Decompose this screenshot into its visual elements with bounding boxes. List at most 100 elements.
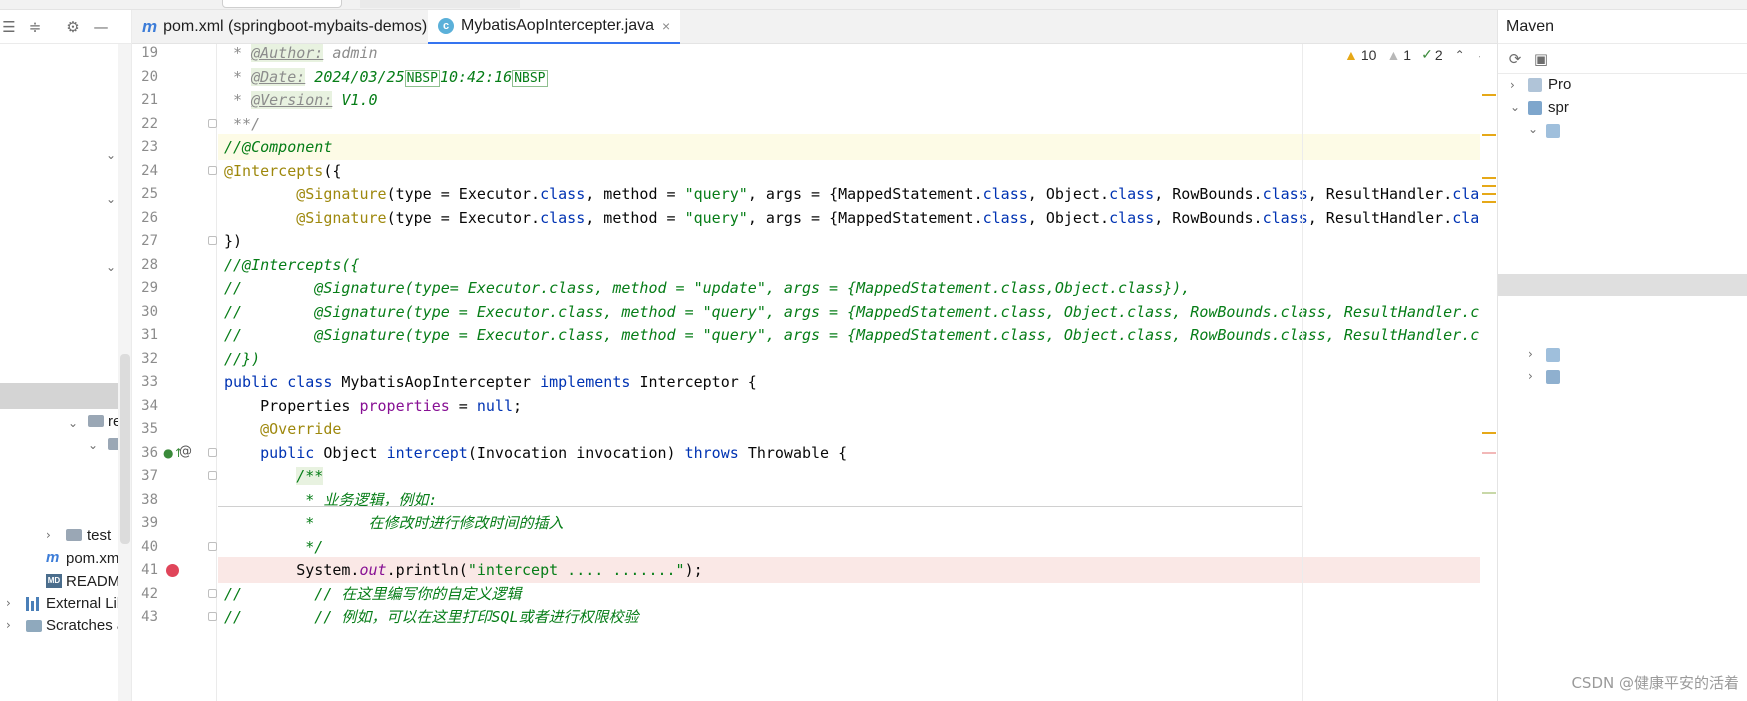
code-line[interactable]: // // 例如，可以在这里打印SQL或者进行权限校验 (218, 604, 1667, 630)
tree-item-pom[interactable]: pom.xml (66, 550, 123, 568)
tree-item-external-libraries[interactable]: External Lib (46, 595, 125, 613)
warning-mark[interactable] (1482, 193, 1496, 195)
editor-gutter[interactable]: 19 20 21 22 23 24 25 26 27 28 29 30 31 32 33 34 35 36 37 38… (132, 44, 217, 701)
code-line[interactable]: **/ (218, 111, 1667, 137)
expand-all-icon[interactable]: ☰ (0, 18, 18, 36)
warning-mark[interactable] (1482, 185, 1496, 187)
maven-item-project[interactable]: spr (1548, 99, 1569, 117)
project-scrollbar[interactable] (118, 44, 131, 701)
chevron-down-icon[interactable]: ⌄ (88, 438, 98, 452)
code-line[interactable]: // @Signature(type= Executor.class, meth… (218, 275, 1667, 301)
line-number[interactable]: 32 (132, 346, 158, 372)
chevron-down-icon[interactable]: ⌄ (106, 148, 116, 162)
code-line[interactable]: Properties properties = null; (218, 393, 1667, 419)
tab-pom-xml[interactable]: m pom.xml (springboot-mybaits-demos) × (132, 10, 453, 44)
breakpoint-mark[interactable] (1482, 452, 1496, 454)
reload-icon[interactable]: ⟳ (1506, 50, 1524, 68)
inspection-widget[interactable]: ▲ 10 ▲ 1 ✓ 2 ⌃ ⌄ (1344, 46, 1487, 63)
tree-item-test[interactable]: test (87, 527, 111, 545)
code-line[interactable]: // @Signature(type = Executor.class, met… (218, 322, 1667, 348)
code-line[interactable]: @Signature(type = Executor.class, method… (218, 181, 1667, 207)
chevron-down-icon[interactable]: ⌄ (68, 416, 78, 430)
line-number[interactable]: 36 (132, 440, 158, 466)
line-number[interactable]: 40 (132, 534, 158, 560)
chevron-right-icon[interactable]: › (6, 618, 11, 632)
warning-mark[interactable] (1482, 201, 1496, 203)
line-number[interactable]: 30 (132, 299, 158, 325)
fold-marker-icon[interactable] (208, 612, 217, 621)
breakpoint-icon[interactable] (166, 564, 179, 577)
line-number[interactable]: 25 (132, 181, 158, 207)
code-line[interactable]: public class MybatisAopIntercepter imple… (218, 369, 1667, 395)
line-number[interactable]: 43 (132, 604, 158, 630)
line-number[interactable]: 38 (132, 487, 158, 513)
chevron-right-icon[interactable]: › (46, 528, 51, 542)
code-line[interactable]: @Signature(type = Executor.class, method… (218, 205, 1667, 231)
code-line[interactable]: */ (218, 534, 1667, 560)
line-number[interactable]: 41 (132, 557, 158, 583)
add-project-icon[interactable]: ▣ (1532, 50, 1550, 68)
line-number[interactable]: 33 (132, 369, 158, 395)
line-number[interactable]: 20 (132, 64, 158, 90)
code-line[interactable]: @Override (218, 416, 1667, 442)
line-number[interactable]: 27 (132, 228, 158, 254)
line-number[interactable]: 23 (132, 134, 158, 160)
chevron-down-icon[interactable]: ⌄ (106, 192, 116, 206)
code-line[interactable]: // @Signature(type = Executor.class, met… (218, 299, 1667, 325)
code-line[interactable]: // // 在这里编写你的自定义逻辑 (218, 581, 1667, 607)
error-stripe[interactable] (1480, 44, 1497, 701)
chevron-right-icon[interactable]: › (1528, 347, 1533, 361)
fold-marker-icon[interactable] (208, 541, 217, 551)
code-line[interactable]: System.out.println("intercept .... .....… (218, 557, 1667, 583)
code-editor[interactable]: 19 20 21 22 23 24 25 26 27 28 29 30 31 32 33 34 35 36 37 38… (132, 44, 1667, 701)
code-line[interactable]: * 在修改时进行修改时间的插入 (218, 510, 1667, 536)
line-number[interactable]: 28 (132, 252, 158, 278)
tree-selected-row[interactable] (0, 383, 118, 409)
line-number[interactable]: 35 (132, 416, 158, 442)
line-number[interactable]: 21 (132, 87, 158, 113)
line-number[interactable]: 34 (132, 393, 158, 419)
fold-marker-icon[interactable] (208, 118, 217, 128)
toolbar-actions[interactable] (360, 0, 520, 8)
line-number[interactable]: 26 (132, 205, 158, 231)
chevron-down-icon[interactable]: ⌄ (1528, 122, 1538, 136)
warning-mark[interactable] (1482, 432, 1496, 434)
line-number[interactable]: 42 (132, 581, 158, 607)
code-line[interactable]: * 业务逻辑，例如: (218, 487, 1667, 513)
collapse-all-icon[interactable]: ≑ (26, 18, 44, 36)
code-line[interactable]: * @Version: V1.0 (218, 87, 1667, 113)
close-icon[interactable]: × (662, 18, 670, 34)
tree-item-scratches[interactable]: Scratches a (46, 617, 125, 635)
code-line[interactable]: public Object intercept(Invocation invoc… (218, 440, 1667, 466)
tab-mybatis-aop-intercepter[interactable]: c MybatisAopIntercepter.java × (428, 10, 681, 45)
code-line[interactable]: @Intercepts({ (218, 158, 1667, 184)
chevron-right-icon[interactable]: › (1510, 78, 1515, 92)
code-line[interactable]: //@Component (218, 134, 1667, 160)
warning-mark[interactable] (1482, 134, 1496, 136)
maven-selected-row[interactable] (1498, 274, 1747, 296)
code-line[interactable]: //}) (218, 346, 1667, 372)
line-number[interactable]: 39 (132, 510, 158, 536)
line-number[interactable]: 29 (132, 275, 158, 301)
code-line[interactable]: //@Intercepts({ (218, 252, 1667, 278)
fold-marker-icon[interactable] (208, 165, 217, 175)
line-number[interactable]: 22 (132, 111, 158, 137)
previous-highlight-icon[interactable]: ⌃ (1455, 48, 1465, 62)
hide-icon[interactable]: — (92, 18, 110, 36)
chevron-down-icon[interactable]: ⌄ (1510, 100, 1520, 114)
line-number[interactable]: 24 (132, 158, 158, 184)
chevron-right-icon[interactable]: › (1528, 369, 1533, 383)
line-number[interactable]: 37 (132, 463, 158, 489)
chevron-down-icon[interactable]: ⌄ (106, 260, 116, 274)
gear-icon[interactable]: ⚙ (64, 18, 82, 36)
warning-mark[interactable] (1482, 177, 1496, 179)
maven-item-profiles[interactable]: Pro (1548, 76, 1571, 94)
override-annotation-icon[interactable]: @ (179, 444, 192, 460)
code-area[interactable]: * @Author: admin * @Date: 2024/03/25 NBSP… (218, 44, 1667, 701)
code-line[interactable]: * @Date: 2024/03/25 NBSP 10:42:16 NBSP (218, 64, 1667, 90)
fold-marker-icon[interactable] (208, 471, 217, 480)
line-number[interactable]: 31 (132, 322, 158, 348)
fold-marker-icon[interactable] (208, 236, 217, 245)
chevron-right-icon[interactable]: › (6, 596, 11, 610)
code-line[interactable]: }) (218, 228, 1667, 254)
